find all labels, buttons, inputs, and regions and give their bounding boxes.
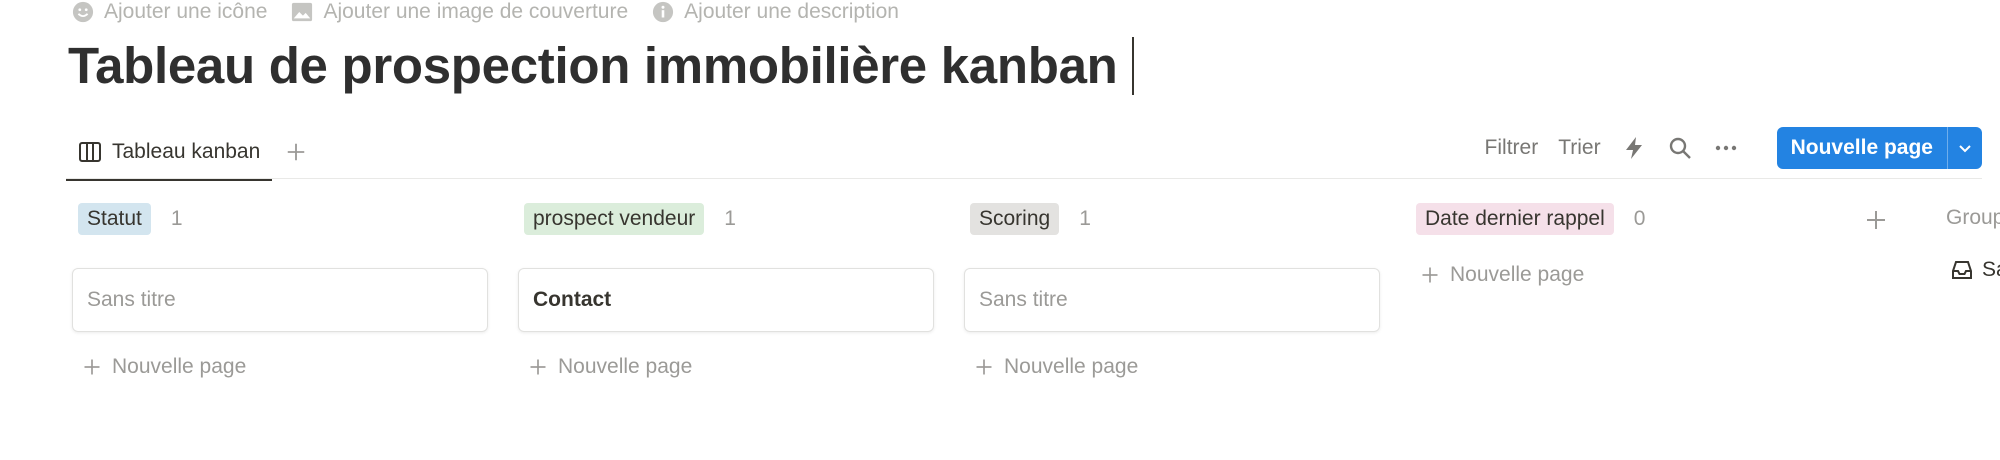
board-column-statut: Statut 1 Sans titre Nouvelle page [72,200,488,384]
add-new-page-label: Nouvelle page [558,355,693,378]
sort-button[interactable]: Trier [1558,136,1600,160]
add-new-page-button[interactable]: Nouvelle page [528,350,934,384]
new-page-button-group: Nouvelle page [1776,127,1982,169]
add-cover-button[interactable]: Ajouter une image de couverture [291,0,628,24]
add-icon-button[interactable]: Ajouter une icône [72,0,267,24]
kanban-card[interactable]: Sans titre [72,268,488,332]
column-tag: prospect vendeur [524,203,705,235]
add-new-page-label: Nouvelle page [112,355,247,378]
add-new-page-label: Nouvelle page [1004,355,1139,378]
column-count: 1 [170,207,183,230]
column-tag: Scoring [970,203,1060,235]
plus-icon [84,359,100,375]
plus-icon [976,359,992,375]
plus-icon [288,143,305,161]
column-header[interactable]: Scoring 1 [964,200,1380,238]
smile-icon [72,1,94,23]
add-new-page-button[interactable]: Nouvelle page [82,350,488,384]
more-options-button[interactable] [1713,135,1739,161]
add-new-page-button[interactable]: Nouvelle page [974,350,1380,384]
board-column-date-dernier-rappel: Date dernier rappel 0 Nouvelle page [1410,200,1826,292]
inbox-icon [1952,261,1972,279]
hidden-groups-label: Group [1946,206,2000,229]
automation-button[interactable] [1621,135,1647,161]
plus-icon [530,359,546,375]
column-count: 0 [1633,207,1646,230]
board-icon [79,142,101,162]
column-count: 1 [724,207,736,230]
more-icon [1715,145,1736,151]
column-count: 1 [1079,207,1091,230]
add-icon-label: Ajouter une icône [104,0,268,23]
text-cursor [1131,36,1134,95]
add-cover-label: Ajouter une image de couverture [323,0,629,23]
board-column-scoring: Scoring 1 Sans titre Nouvelle page [964,200,1380,384]
page-meta-actions: Ajouter une icône Ajouter une image de c… [72,0,899,24]
info-icon [653,1,674,23]
plus-icon [1422,267,1438,283]
column-tag: Statut [78,203,151,235]
hidden-group-item-label: Sa [1982,258,2000,281]
chevron-down-icon [1959,145,1971,153]
tabs-divider [66,178,1982,179]
page-title[interactable]: Tableau de prospection immobilière kanba… [68,36,1134,95]
search-button[interactable] [1667,135,1693,161]
column-tag: Date dernier rappel [1416,203,1614,235]
kanban-card[interactable]: Sans titre [964,268,1380,332]
add-new-page-button[interactable]: Nouvelle page [1420,258,1826,292]
page-title-text: Tableau de prospection immobilière kanba… [68,37,1118,94]
filter-button[interactable]: Filtrer [1485,136,1539,160]
new-page-button[interactable]: Nouvelle page [1777,127,1947,169]
plus-icon [1867,211,1885,229]
add-description-label: Ajouter une description [684,0,899,23]
search-icon [1669,137,1691,159]
add-description-button[interactable]: Ajouter une description [652,0,899,24]
column-header[interactable]: Statut 1 [72,200,488,238]
add-view-button[interactable] [282,138,310,166]
add-new-page-label: Nouvelle page [1450,263,1585,286]
column-header[interactable]: prospect vendeur 1 [518,200,934,238]
kanban-card[interactable]: Contact [518,268,934,332]
image-icon [292,2,313,22]
lightning-icon [1625,137,1642,159]
tab-kanban-board[interactable]: Tableau kanban [66,126,273,181]
hidden-group-item[interactable]: Sa [1950,258,2000,282]
board-column-prospect-vendeur: prospect vendeur 1 Contact Nouvelle page [518,200,934,384]
column-header[interactable]: Date dernier rappel 0 [1410,200,1826,238]
view-tabs: Tableau kanban [66,126,310,181]
tab-label: Tableau kanban [112,140,261,163]
new-page-dropdown[interactable] [1947,127,1982,169]
view-toolbar: Filtrer Trier Nouvelle page [1485,126,1982,170]
add-group-button[interactable] [1862,206,1890,234]
